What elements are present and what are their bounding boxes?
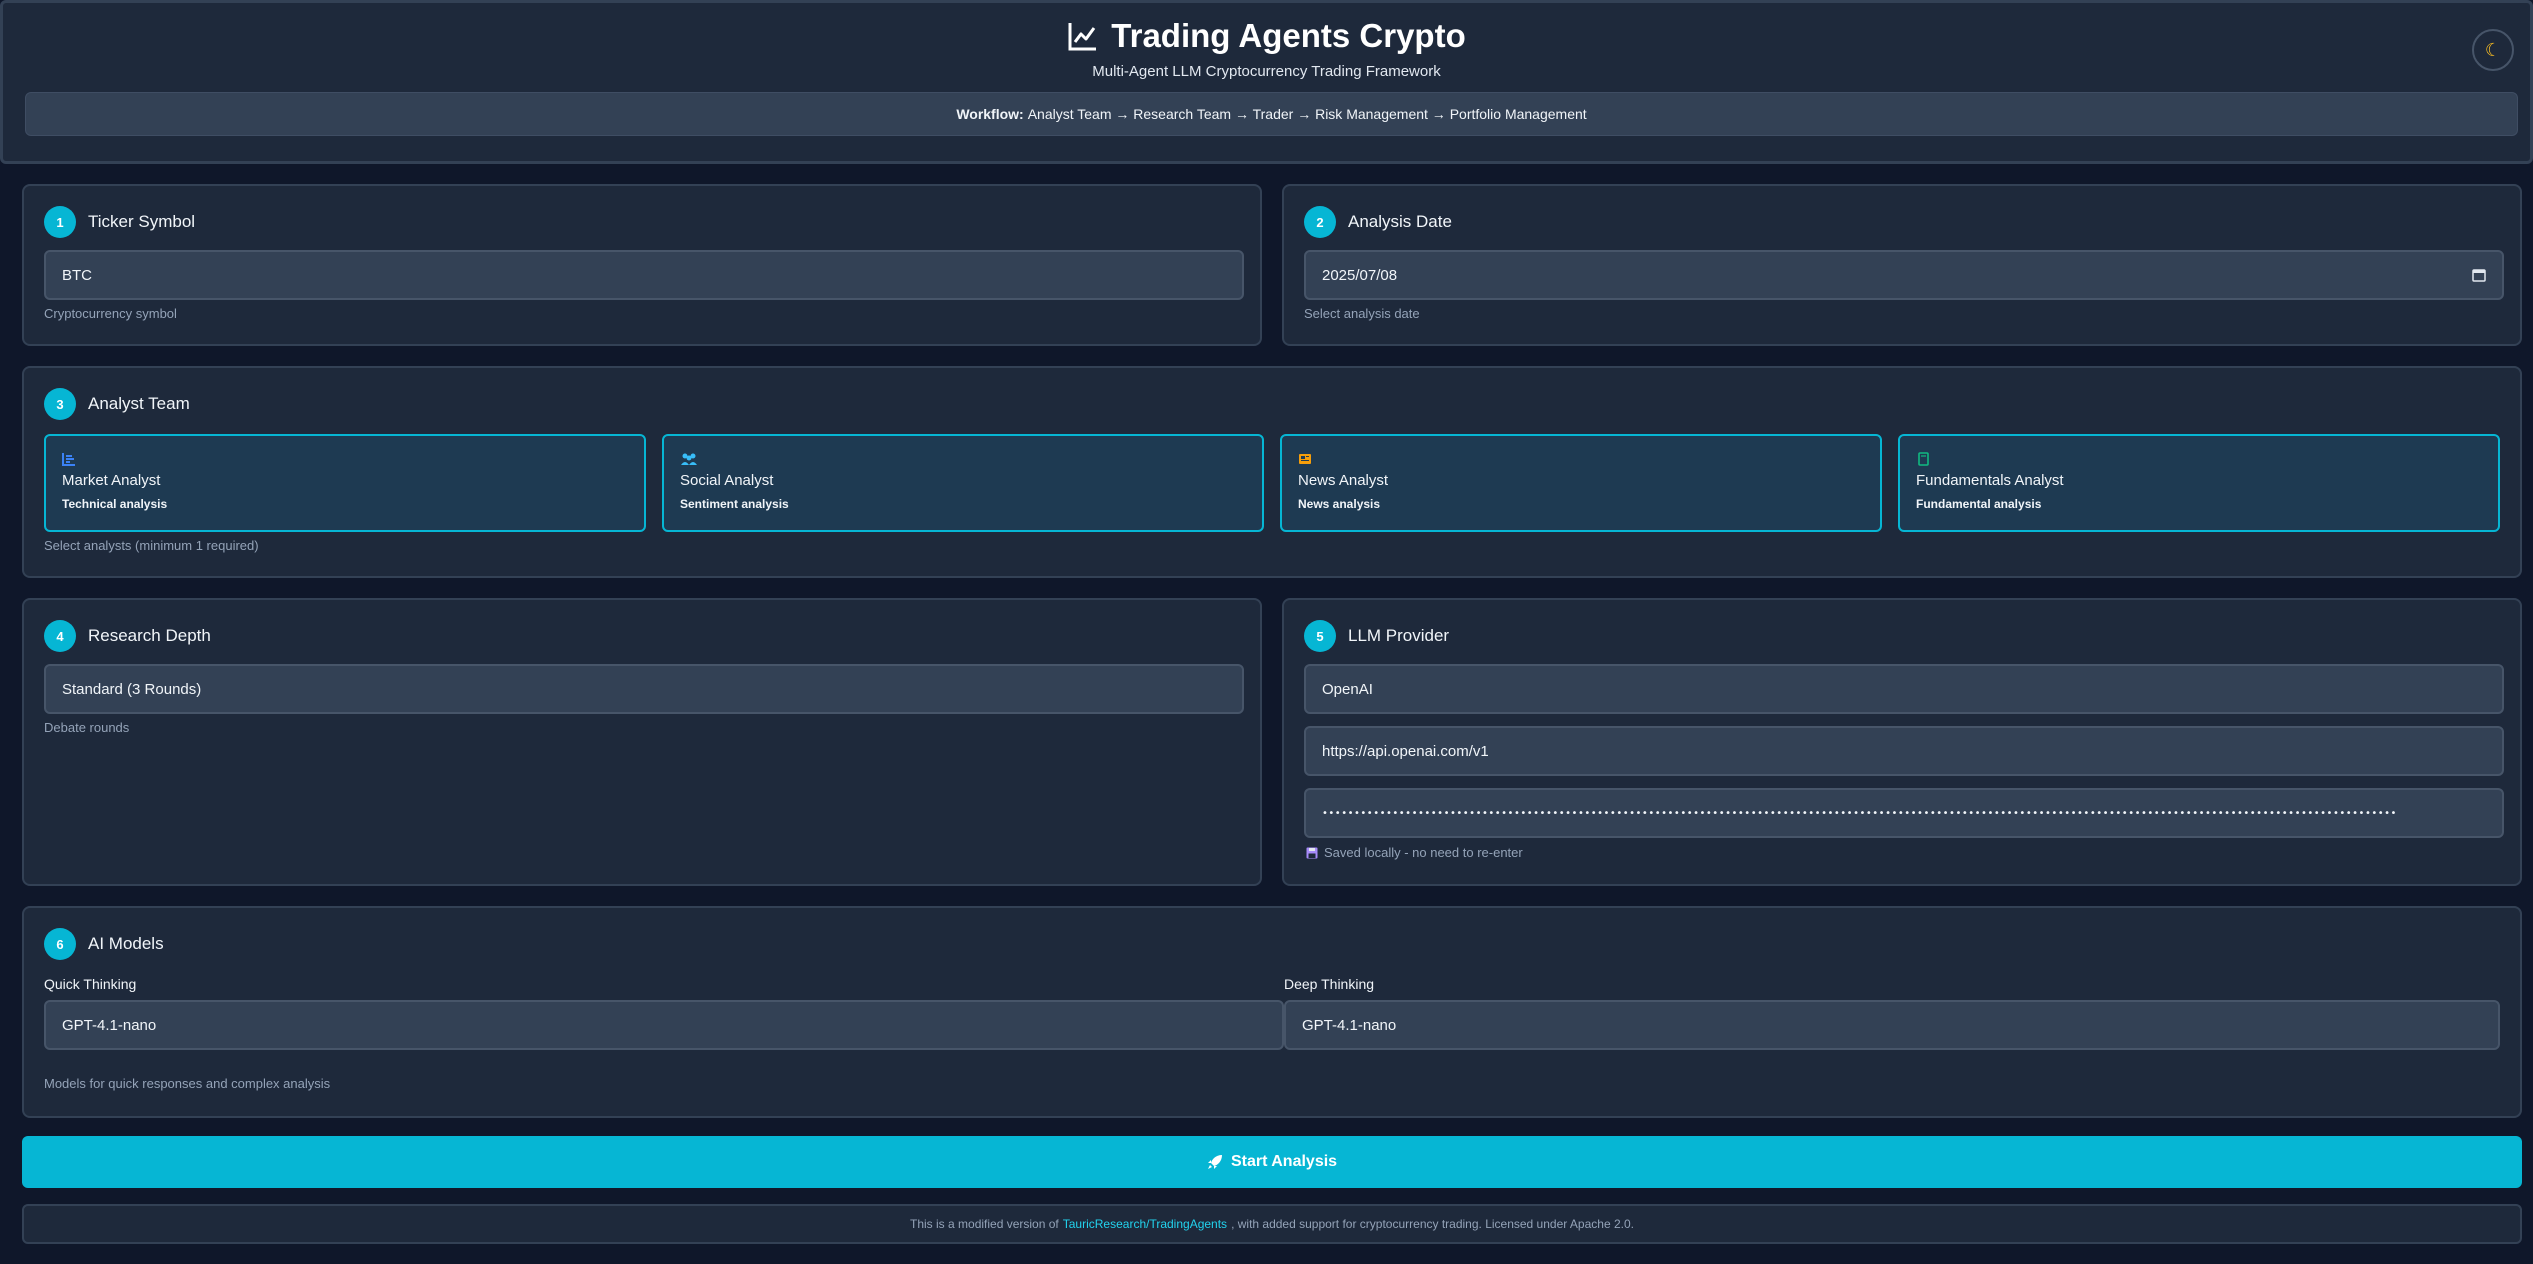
saved-note-text: Saved locally - no need to re-enter: [1324, 845, 1523, 860]
theme-toggle-button[interactable]: ☾: [2472, 29, 2514, 71]
analyst-name: Social Analyst: [680, 472, 774, 489]
date-hint: Select analysis date: [1304, 306, 1420, 321]
analyst-title: Analyst Team: [88, 394, 190, 413]
deep-thinking-select[interactable]: GPT-4.1-nano: [1284, 1000, 2500, 1050]
analyst-hint: Select analysts (minimum 1 required): [44, 538, 259, 553]
date-step-header: 2 Analysis Date: [1304, 206, 1452, 238]
step-number: 4: [44, 620, 76, 652]
rocket-icon: [1207, 1155, 1222, 1169]
start-analysis-button[interactable]: Start Analysis: [22, 1136, 2522, 1188]
quick-thinking-select[interactable]: GPT-4.1-nano: [44, 1000, 1284, 1050]
app-title: Trading Agents Crypto: [3, 17, 2530, 55]
api-key-input[interactable]: ••••••••••••••••••••••••••••••••••••••••…: [1304, 788, 2504, 838]
analyst-name: Market Analyst: [62, 472, 161, 489]
analyst-card: 3 Analyst Team Market Analyst Technical …: [22, 366, 2522, 578]
ticker-input[interactable]: BTC: [44, 250, 1244, 300]
research-depth-value: Standard (3 Rounds): [62, 680, 202, 698]
models-title: AI Models: [88, 934, 164, 953]
start-analysis-label: Start Analysis: [1230, 1153, 1338, 1170]
deep-thinking-label: Deep Thinking: [1284, 976, 1375, 992]
date-input[interactable]: 2025/07/08: [1304, 250, 2504, 300]
analyst-desc: News analysis: [1298, 497, 1381, 511]
llm-step-header: 5 LLM Provider: [1304, 620, 1449, 652]
workflow-steps: Analyst Team → Research Team → Trader → …: [1027, 106, 1587, 122]
step-number: 1: [44, 206, 76, 238]
quick-thinking-value: GPT-4.1-nano: [62, 1016, 157, 1034]
footer-suffix: , with added support for cryptocurrency …: [1231, 1217, 1634, 1231]
research-hint: Debate rounds: [44, 720, 130, 735]
analyst-desc: Fundamental analysis: [1916, 497, 2042, 511]
llm-provider-card: 5 LLM Provider OpenAI https://api.openai…: [1282, 598, 2522, 886]
chart-bar-icon: [62, 453, 75, 466]
ticker-card: 1 Ticker Symbol BTC Cryptocurrency symbo…: [22, 184, 1262, 346]
book-icon: [1918, 452, 1929, 466]
ticker-value: BTC: [62, 266, 92, 284]
analyst-option-market[interactable]: Market Analyst Technical analysis: [44, 434, 646, 532]
base-url-value: https://api.openai.com/v1: [1322, 742, 1489, 760]
saved-note: Saved locally - no need to re-enter: [1306, 845, 1523, 860]
base-url-input[interactable]: https://api.openai.com/v1: [1304, 726, 2504, 776]
footer-prefix: This is a modified version of: [910, 1217, 1059, 1231]
api-key-value: ••••••••••••••••••••••••••••••••••••••••…: [1322, 807, 2397, 819]
ticker-step-header: 1 Ticker Symbol: [44, 206, 195, 238]
chart-line-icon: [1068, 23, 1097, 51]
workflow-banner: Workflow: Analyst Team → Research Team →…: [25, 92, 2518, 136]
llm-provider-value: OpenAI: [1322, 680, 1373, 698]
research-depth-select[interactable]: Standard (3 Rounds): [44, 664, 1244, 714]
newspaper-icon: [1299, 454, 1311, 464]
research-depth-card: 4 Research Depth Standard (3 Rounds) Deb…: [22, 598, 1262, 886]
users-icon: [681, 453, 697, 465]
research-step-header: 4 Research Depth: [44, 620, 211, 652]
models-step-header: 6 AI Models: [44, 928, 164, 960]
analyst-option-social[interactable]: Social Analyst Sentiment analysis: [662, 434, 1264, 532]
calendar-icon[interactable]: [2472, 268, 2486, 282]
analyst-option-fundamentals[interactable]: Fundamentals Analyst Fundamental analysi…: [1898, 434, 2500, 532]
footer-repo-link[interactable]: TauricResearch/TradingAgents: [1063, 1217, 1227, 1231]
deep-thinking-value: GPT-4.1-nano: [1302, 1016, 1397, 1034]
step-number: 2: [1304, 206, 1336, 238]
date-value: 2025/07/08: [1322, 266, 1398, 284]
quick-thinking-label: Quick Thinking: [44, 976, 137, 992]
research-title: Research Depth: [88, 626, 211, 645]
analyst-step-header: 3 Analyst Team: [44, 388, 190, 420]
step-number: 3: [44, 388, 76, 420]
workflow-label: Workflow:: [956, 106, 1024, 122]
analyst-name: News Analyst: [1298, 472, 1389, 489]
analyst-desc: Sentiment analysis: [680, 497, 789, 511]
llm-title: LLM Provider: [1348, 626, 1450, 645]
analyst-name: Fundamentals Analyst: [1916, 472, 2064, 489]
ai-models-card: 6 AI Models Quick Thinking GPT-4.1-nano …: [22, 906, 2522, 1118]
moon-icon: ☾: [2484, 39, 2502, 60]
step-number: 5: [1304, 620, 1336, 652]
date-title: Analysis Date: [1348, 212, 1452, 231]
ticker-hint: Cryptocurrency symbol: [44, 306, 177, 321]
ticker-title: Ticker Symbol: [88, 212, 196, 231]
floppy-disk-icon: [1306, 847, 1318, 858]
date-card: 2 Analysis Date 2025/07/08 Select analys…: [1282, 184, 2522, 346]
models-hint: Models for quick responses and complex a…: [44, 1076, 331, 1091]
app-header: Trading Agents Crypto Multi-Agent LLM Cr…: [0, 0, 2533, 164]
analyst-option-news[interactable]: News Analyst News analysis: [1280, 434, 1882, 532]
app-title-text: Trading Agents Crypto: [1111, 17, 1466, 54]
analyst-desc: Technical analysis: [62, 497, 168, 511]
llm-provider-select[interactable]: OpenAI: [1304, 664, 2504, 714]
app-subtitle: Multi-Agent LLM Cryptocurrency Trading F…: [1092, 63, 1441, 80]
footer: This is a modified version of TauricRese…: [22, 1204, 2522, 1244]
step-number: 6: [44, 928, 76, 960]
